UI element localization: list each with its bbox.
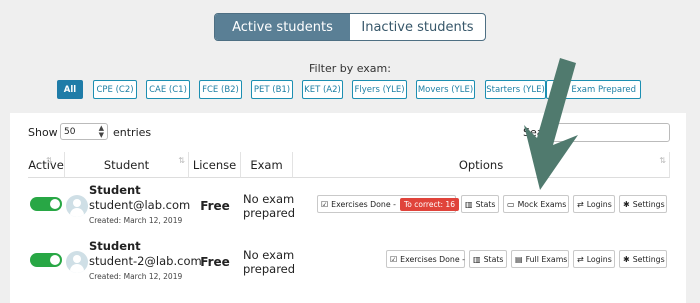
annotation-arrow-icon — [524, 58, 578, 190]
chip-starters[interactable]: Starters (YLE) — [485, 80, 546, 99]
